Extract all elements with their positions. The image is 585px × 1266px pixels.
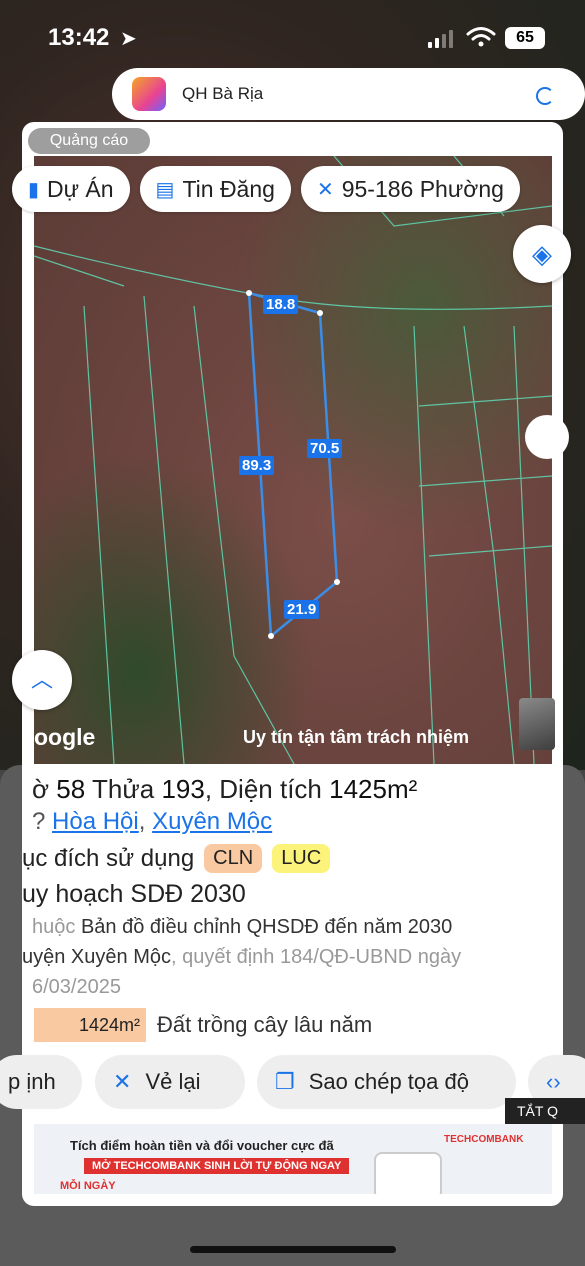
plan-decision: uyện Xuyên Mộc, quyết định 184/QĐ-UBND n… [22, 946, 462, 968]
home-indicator[interactable] [190, 1246, 396, 1253]
copy-coordinates-button[interactable]: ❐ Sao chép tọa độ [257, 1055, 516, 1109]
app-logo-icon [132, 77, 166, 111]
land-tag[interactable]: LUC [272, 844, 331, 873]
measure-label: 21.9 [284, 600, 320, 619]
app-header[interactable]: QH Bà Rịa [112, 68, 585, 120]
side-button[interactable] [525, 415, 569, 459]
layers-icon: ◈ [532, 239, 552, 269]
redraw-button[interactable]: ✕ Vẻ lại [95, 1055, 245, 1109]
building-icon: ▮ [28, 178, 40, 201]
plan-area-bar: 1424m² [34, 1008, 146, 1042]
chip-phuong[interactable]: ✕ 95-186 Phường [300, 166, 520, 212]
chip-label: Dự Án [47, 175, 114, 202]
street-view-thumbnail[interactable] [519, 698, 555, 750]
listing-icon: ▤ [155, 178, 175, 201]
loading-spinner-icon [536, 87, 554, 105]
plot-number: 193 [161, 774, 205, 804]
map-view[interactable] [34, 156, 552, 764]
ad-badge: Quảng cáo [28, 128, 150, 154]
action-button[interactable]: p ịnh [0, 1055, 82, 1109]
wifi-icon [466, 27, 496, 47]
ruler-icon: ✕ [316, 178, 334, 201]
measure-label: 89.3 [239, 456, 275, 475]
collapse-button[interactable]: ︿ [12, 650, 72, 710]
land-tag[interactable]: CLN [204, 844, 263, 873]
status-time: 13:42 [48, 24, 110, 51]
parcel-area: 1425m² [329, 774, 418, 804]
plan-use: Đất trồng cây lâu năm [157, 1012, 373, 1037]
purpose-label: ục đích sử dụng [22, 844, 195, 872]
measure-label: 70.5 [307, 439, 343, 458]
land-use-row: ục đích sử dụng CLN LUC [22, 844, 331, 873]
chip-label: Tin Đăng [182, 175, 275, 202]
map-lines [34, 156, 552, 764]
brand-logo: TECHCOMBANK [444, 1134, 524, 1145]
signal-icon [428, 30, 453, 48]
battery-icon: 65 [505, 27, 545, 49]
chevron-icon: ‹› [546, 1069, 561, 1094]
plan-belongs: huộc Bản đồ điều chỉnh QHSDĐ đến năm 203… [32, 916, 453, 938]
parcel-location: ? Hòa Hội, Xuyên Mộc [32, 808, 273, 835]
plan-date: 6/03/2025 [32, 976, 121, 998]
app-name: QH Bà Rịa [182, 84, 264, 103]
status-bar: 13:42 ➤ 65 [0, 0, 585, 60]
district-link[interactable]: Xuyên Mộc [152, 808, 272, 835]
motto-text: Uy tín tận tâm trách nhiệm [243, 727, 470, 747]
ruler-icon: ✕ [113, 1069, 132, 1094]
chip-label: 95-186 Phường [341, 175, 504, 202]
action-bar: p ịnh ✕ Vẻ lại ❐ Sao chép tọa độ ‹› [0, 1055, 585, 1109]
phone-image [374, 1152, 442, 1194]
copy-icon: ❐ [275, 1069, 295, 1094]
google-logo: oogle [34, 724, 96, 750]
ward-link[interactable]: Hòa Hội [52, 808, 139, 835]
measure-label: 18.8 [263, 295, 299, 314]
chip-du-an[interactable]: ▮ Dự Án [12, 166, 130, 212]
ad-banner[interactable]: Tích điểm hoàn tiền và đổi voucher cực đ… [34, 1124, 552, 1194]
location-arrow-icon: ➤ [120, 28, 137, 50]
sheet-number: 58 [56, 774, 86, 804]
layers-button[interactable]: ◈ [513, 225, 571, 283]
plan-title: uy hoạch SDĐ 2030 [22, 880, 246, 908]
ad-close-button[interactable]: TẮT Q [505, 1098, 585, 1124]
chevron-up-icon: ︿ [30, 667, 53, 692]
chip-tin-dang[interactable]: ▤ Tin Đăng [139, 166, 291, 212]
filter-chips: ▮ Dự Án ▤ Tin Đăng ✕ 95-186 Phường [12, 166, 520, 214]
parcel-title: ờ 58 Thửa 193, Diện tích 1425m² [32, 774, 418, 804]
